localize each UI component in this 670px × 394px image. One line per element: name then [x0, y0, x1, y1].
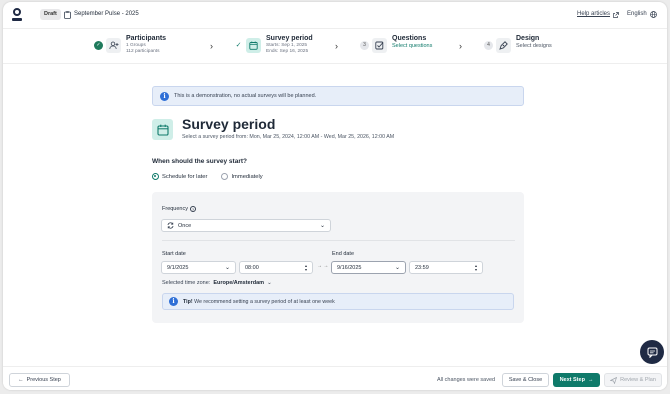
top-bar: Draft September Pulse - 2025 Help articl…	[3, 2, 667, 26]
checkbox-edit-icon	[372, 38, 387, 53]
step-detail: 112 participants	[126, 49, 160, 54]
frequency-select[interactable]: Once ⌄	[161, 219, 331, 232]
start-date-picker[interactable]: 9/1/2025 ⌄	[161, 261, 236, 274]
tip-text: We recommend setting a survey period of …	[194, 298, 335, 305]
step-questions[interactable]: 3 Questions Select questions	[360, 34, 432, 60]
radio-unselected-icon	[221, 173, 229, 180]
divider	[162, 240, 515, 241]
language-label: English	[627, 11, 647, 17]
app-window: Draft September Pulse - 2025 Help articl…	[3, 2, 667, 390]
review-plan-label: Review & Plan	[620, 377, 656, 383]
clipboard-icon	[64, 10, 71, 19]
chevron-down-icon[interactable]: ⌄	[267, 280, 272, 286]
next-step-label: Next Step	[559, 377, 585, 383]
survey-name[interactable]: September Pulse - 2025	[64, 9, 139, 20]
radio-label: Schedule for later	[162, 173, 208, 180]
review-plan-button[interactable]: Review & Plan	[604, 373, 662, 387]
frequency-value: Once	[178, 222, 192, 229]
step-number: 3	[360, 41, 369, 50]
timezone-row: Selected time zone: Europe/Amsterdam ⌄	[162, 280, 272, 286]
save-status: All changes were saved	[437, 377, 496, 383]
end-date-label: End date	[332, 251, 355, 257]
help-icon[interactable]: ?	[190, 206, 196, 212]
stepper-arrows-icon[interactable]: ▴ ▾	[475, 263, 477, 272]
external-link-icon	[613, 11, 619, 18]
chat-button[interactable]	[640, 340, 664, 364]
help-articles-link[interactable]: Help articles	[577, 9, 619, 20]
frequency-label: Frequency ?	[162, 206, 196, 212]
frequency-label-text: Frequency	[162, 206, 188, 212]
info-icon: i	[169, 297, 178, 306]
check-icon: ✓	[94, 41, 103, 50]
repeat-icon	[167, 222, 174, 229]
radio-schedule-later[interactable]: Schedule for later	[152, 173, 207, 180]
logo-icon[interactable]	[12, 8, 22, 21]
step-survey-period[interactable]: ✓ Survey period Starts: Sep 1, 2025 Ends…	[234, 34, 313, 60]
end-date-value: 9/16/2025	[337, 264, 362, 271]
step-title: Survey period	[266, 35, 313, 42]
page-title: Survey period	[182, 116, 276, 132]
chevron-right-icon: ›	[459, 41, 462, 51]
send-icon	[610, 376, 618, 384]
calendar-icon	[152, 119, 173, 140]
chevron-down-icon: ⌄	[224, 265, 230, 271]
start-date-value: 9/1/2025	[167, 264, 189, 271]
step-title: Participants	[126, 35, 167, 42]
tip-text-wrap: Tip! We recommend setting a survey perio…	[183, 299, 335, 305]
calendar-icon	[246, 38, 261, 53]
timezone-select[interactable]: Europe/Amsterdam	[213, 280, 264, 286]
chevron-right-icon: ›	[210, 41, 213, 51]
radio-selected-icon	[152, 173, 159, 180]
step-title: Design	[516, 35, 540, 42]
tip-box: i Tip! We recommend setting a survey per…	[162, 293, 514, 310]
status-badge: Draft	[40, 9, 61, 20]
previous-step-button[interactable]: ← Previous Step	[9, 373, 70, 387]
stepper-arrows-icon[interactable]: ▴ ▾	[305, 263, 307, 272]
demo-notice-text: This is a demonstration, no actual surve…	[174, 93, 317, 99]
start-time-value: 08:00	[245, 264, 259, 271]
chevron-down-icon: ⌄	[319, 223, 325, 229]
chevron-down-icon: ⌄	[394, 265, 400, 271]
check-icon: ✓	[235, 42, 242, 49]
start-options: Schedule for later Immediately	[152, 173, 263, 180]
wizard-stepper: ✓ Participants 1 Groups 112 participants…	[3, 28, 667, 64]
language-selector[interactable]: English	[627, 9, 657, 20]
start-date-label: Start date	[162, 251, 186, 257]
pen-tool-icon	[496, 38, 511, 53]
step-detail: Ends: Sep 16, 2025	[266, 49, 309, 54]
footer-bar: ← Previous Step All changes were saved S…	[3, 366, 667, 390]
radio-immediately[interactable]: Immediately	[221, 173, 263, 180]
step-title: Questions	[392, 35, 427, 42]
chat-bubble-icon	[647, 347, 657, 358]
radio-label: Immediately	[231, 173, 263, 180]
start-time-input[interactable]: 08:00 ▴ ▾	[239, 261, 313, 274]
previous-step-label: Previous Step	[26, 377, 61, 383]
step-number: 4	[484, 41, 493, 50]
range-arrow-icon: → →	[317, 263, 329, 269]
end-time-input[interactable]: 23:59 ▴ ▾	[409, 261, 483, 274]
arrow-right-icon: →	[587, 377, 594, 383]
timezone-label: Selected time zone:	[162, 280, 211, 286]
step-detail: Select questions	[392, 43, 433, 49]
save-close-button[interactable]: Save & Close	[502, 373, 549, 387]
arrow-left-icon: ←	[18, 377, 24, 383]
info-icon: i	[160, 91, 169, 101]
save-close-label: Save & Close	[508, 377, 543, 383]
user-add-icon	[106, 38, 121, 53]
next-step-button[interactable]: Next Step →	[553, 373, 600, 387]
tip-label: Tip!	[183, 298, 193, 305]
chevron-right-icon: ›	[335, 41, 338, 51]
step-participants[interactable]: ✓ Participants 1 Groups 112 participants	[94, 34, 166, 60]
end-time-value: 23:59	[415, 264, 429, 271]
help-articles-label: Help articles	[577, 11, 611, 17]
globe-icon	[649, 11, 657, 18]
start-question: When should the survey start?	[152, 158, 247, 165]
schedule-panel: Frequency ? Once ⌄ Start date 9/1/2025 ⌄…	[152, 192, 524, 323]
survey-name-text: September Pulse - 2025	[74, 11, 139, 17]
end-date-picker[interactable]: 9/16/2025 ⌄	[331, 261, 406, 274]
demo-notice: i This is a demonstration, no actual sur…	[152, 86, 524, 106]
step-design[interactable]: 4 Design Select designs	[484, 34, 552, 60]
page-subtitle: Select a survey period from: Mon, Mar 25…	[182, 134, 395, 140]
step-detail: Select designs	[516, 43, 552, 49]
